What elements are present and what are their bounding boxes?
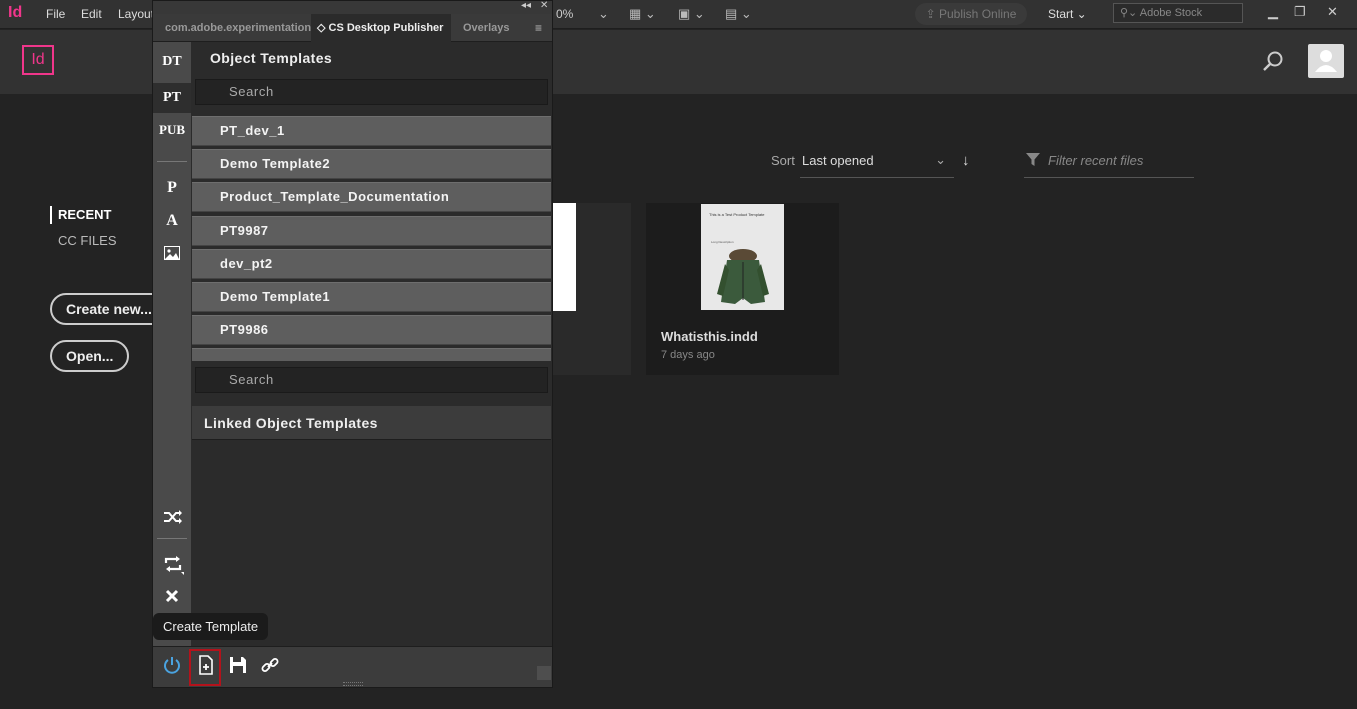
view-options-icon[interactable]: ▦ ⌄ [629,6,656,22]
shuffle-icon[interactable] [163,509,183,525]
tool-separator [157,538,187,539]
tab-cs-desktop-publisher[interactable]: ◇ CS Desktop Publisher [311,14,451,42]
tool-dt[interactable]: DT [153,54,191,70]
panel-menu-icon[interactable]: ≡ [535,21,542,35]
panel-bottom-bar [153,646,552,687]
tab-overlays[interactable]: Overlays [457,14,517,42]
recent-file-card[interactable]: This is a Test Product Template Long Des… [646,203,839,375]
tab-experimentation[interactable]: com.adobe.experimentation [159,14,311,42]
list-item[interactable]: PT9987 [192,216,551,246]
file-name: Whatisthis.indd [661,329,758,344]
list-item[interactable]: Demo Template2 [192,149,551,179]
open-button[interactable]: Open... [50,340,130,372]
tool-pub[interactable]: PUB [153,122,191,138]
resize-grip[interactable] [537,666,551,680]
tool-separator [157,161,187,162]
zoom-dropdown-icon[interactable]: ⌄ [598,6,609,22]
tool-p[interactable]: P [153,179,191,197]
nav-cc-files[interactable]: CC FILES [58,233,117,248]
tool-strip: DT PT PUB P A [153,42,191,646]
chevron-down-icon: ⌄ [935,152,946,167]
save-icon[interactable] [228,655,248,675]
menu-layout[interactable]: Layout [118,7,154,21]
filter-recent-files-input[interactable]: Filter recent files [1024,146,1194,178]
restore-icon[interactable]: ❐ [1294,4,1306,20]
recent-file-card-partial[interactable] [548,203,631,375]
thumbnail-subtitle: Long Description [711,240,734,244]
nav-recent[interactable]: RECENT [50,206,111,224]
delete-x-icon[interactable] [165,589,179,603]
link-icon[interactable] [260,655,280,675]
panel-content: Object Templates Search PT_dev_1 Demo Te… [191,42,552,646]
linked-template-search-input[interactable]: Search [195,367,548,393]
search-icon[interactable] [1262,50,1284,72]
app-icon: Id [8,4,23,21]
workspace-switcher[interactable]: Start ⌄ [1048,7,1087,21]
adobe-stock-search[interactable]: ⚲⌄ Adobe Stock [1113,3,1243,23]
create-template-tooltip: Create Template [153,613,269,640]
thumbnail-area: This is a Test Product Template Long Des… [646,203,839,311]
linked-object-templates-header[interactable]: Linked Object Templates [192,406,551,440]
zoom-level[interactable]: 0% [556,7,573,21]
list-item[interactable]: PT9986 [192,315,551,345]
publish-online-button[interactable]: ⇪ Publish Online [915,3,1027,25]
panel-title-strip[interactable]: ◂◂ ✕ [153,0,552,14]
user-icon [1315,50,1337,72]
screen-mode-icon[interactable]: ▣ ⌄ [678,6,705,22]
avatar[interactable] [1308,44,1344,78]
window-close-icon[interactable]: ✕ [1327,4,1338,20]
jacket-image [717,249,769,304]
list-item[interactable]: Product_Template_Documentation [192,182,551,212]
panel-tab-bar: com.adobe.experimentation ◇ CS Desktop P… [153,14,552,42]
sort-label: Sort [771,153,795,168]
thumbnail-title: This is a Test Product Template [709,212,765,217]
close-panel-icon[interactable]: ✕ [540,0,548,11]
menu-edit[interactable]: Edit [81,7,102,21]
refresh-icon[interactable] [163,555,185,575]
object-templates-title: Object Templates [210,50,333,66]
list-item[interactable]: Demo Template1 [192,282,551,312]
tool-pt[interactable]: PT [153,83,191,113]
create-template-icon[interactable] [196,655,216,675]
list-item-partial[interactable] [192,348,551,361]
menu-file[interactable]: File [46,7,65,21]
cs-desktop-publisher-panel: ◂◂ ✕ com.adobe.experimentation ◇ CS Desk… [152,0,553,688]
create-new-button[interactable]: Create new... [50,293,168,325]
image-icon[interactable] [164,246,180,260]
minimize-icon[interactable]: ▁ [1268,4,1278,20]
collapse-panel-icon[interactable]: ◂◂ [521,0,531,11]
list-item[interactable]: dev_pt2 [192,249,551,279]
indesign-logo: Id [22,45,54,75]
file-date: 7 days ago [661,349,715,361]
arrange-documents-icon[interactable]: ▤ ⌄ [725,6,752,22]
drag-handle[interactable] [343,682,363,686]
tool-a[interactable]: A [153,212,191,230]
power-icon[interactable] [162,655,182,675]
sort-direction-icon[interactable]: ↓ [962,152,970,169]
sort-dropdown[interactable]: Last opened ⌄ [800,146,954,178]
filter-icon [1026,153,1040,166]
list-item[interactable]: PT_dev_1 [192,116,551,146]
template-list: PT_dev_1 Demo Template2 Product_Template… [191,114,552,361]
template-search-input[interactable]: Search [195,79,548,105]
file-thumbnail: This is a Test Product Template Long Des… [701,204,784,310]
